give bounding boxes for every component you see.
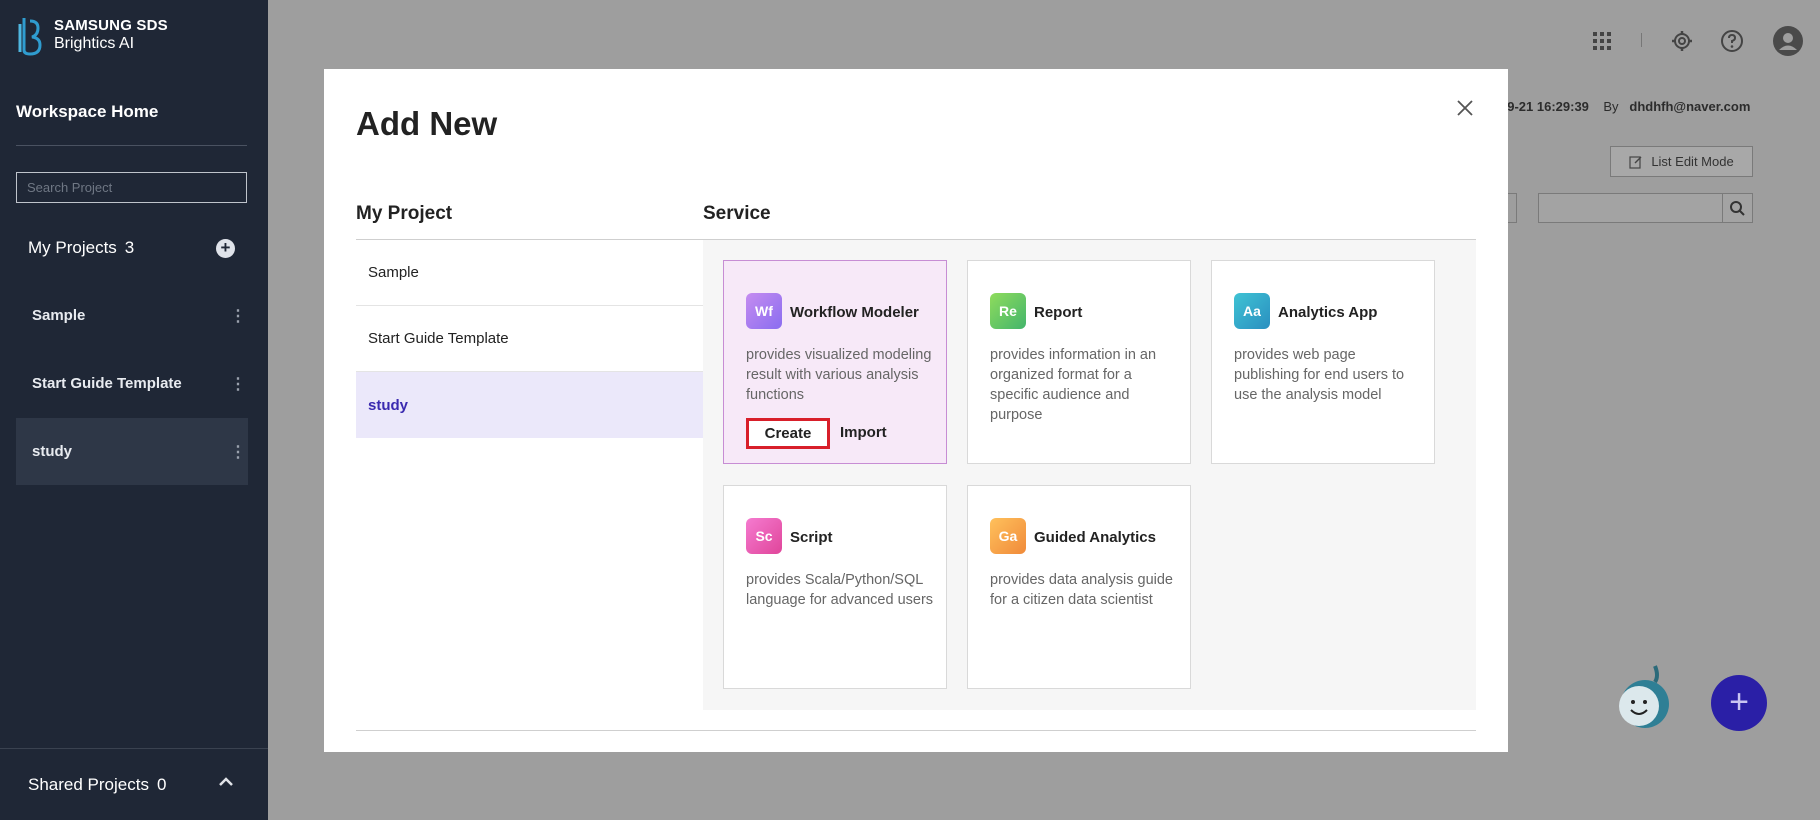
modified-timestamp: 09-21 16:29:39 [1500, 99, 1589, 114]
close-icon[interactable] [1454, 97, 1476, 119]
service-description: provides information in an organized for… [990, 347, 1157, 423]
more-options-icon[interactable]: ⋮ [228, 374, 248, 394]
search-icon [1730, 201, 1745, 216]
service-card-guided-analytics[interactable]: Ga Guided Analytics provides data analys… [967, 485, 1191, 689]
project-list-item[interactable]: Sample [356, 240, 703, 306]
sidebar-project-name: Start Guide Template [32, 375, 182, 392]
mascot-assistant-icon[interactable] [1615, 662, 1671, 732]
search-project-input[interactable] [16, 172, 247, 203]
workflow-modeler-icon: Wf [746, 293, 782, 329]
service-card-analytics-app[interactable]: Aa Analytics App provides web page publi… [1211, 260, 1435, 464]
project-meta: 09-21 16:29:39 By dhdhfh@naver.com [1500, 99, 1750, 114]
service-card-report[interactable]: Re Report provides information in an org… [967, 260, 1191, 464]
my-projects-label: My Projects [28, 238, 117, 257]
sidebar: SAMSUNG SDS Brightics AI Workspace Home … [0, 0, 268, 820]
divider [356, 730, 1476, 731]
service-name: Analytics App [1278, 304, 1378, 321]
my-project-heading: My Project [356, 203, 453, 224]
project-list: Sample Start Guide Template study [356, 240, 703, 438]
author-email: dhdhfh@naver.com [1629, 99, 1751, 114]
divider [16, 145, 247, 146]
report-icon: Re [990, 293, 1026, 329]
service-name: Workflow Modeler [790, 304, 919, 321]
service-name: Guided Analytics [1034, 529, 1156, 546]
edit-icon [1629, 155, 1642, 169]
add-fab-button[interactable]: + [1711, 675, 1767, 731]
project-list-item-selected[interactable]: study [356, 372, 703, 438]
grid-icon[interactable] [1589, 28, 1615, 54]
logo-product: Brightics AI [54, 35, 135, 52]
service-grid: Wf Workflow Modeler provides visualized … [703, 240, 1476, 710]
sidebar-project-name: study [32, 443, 73, 460]
analytics-app-icon: Aa [1234, 293, 1270, 329]
list-edit-mode-label: List Edit Mode [1651, 154, 1734, 169]
plus-icon: + [1729, 683, 1749, 721]
logo[interactable]: SAMSUNG SDS Brightics AI [18, 14, 168, 56]
service-name: Script [790, 529, 833, 546]
more-options-icon[interactable]: ⋮ [228, 442, 248, 462]
service-card-script[interactable]: Sc Script provides Scala/Python/SQL lang… [723, 485, 947, 689]
help-icon[interactable] [1719, 28, 1745, 54]
guided-analytics-icon: Ga [990, 518, 1026, 554]
sidebar-project-item[interactable]: Start Guide Template ⋮ [16, 350, 248, 417]
search-input[interactable] [1538, 193, 1723, 223]
service-name: Report [1034, 304, 1083, 321]
service-card-workflow-modeler[interactable]: Wf Workflow Modeler provides visualized … [723, 260, 947, 464]
logo-brand: SAMSUNG SDS [54, 17, 168, 34]
chevron-up-icon[interactable] [216, 772, 236, 792]
my-projects-header[interactable]: My Projects 3 [28, 238, 134, 258]
gear-icon[interactable] [1669, 28, 1695, 54]
add-project-icon[interactable]: + [216, 239, 235, 258]
search-button[interactable] [1722, 193, 1753, 223]
shared-projects-count: 0 [156, 775, 167, 794]
shared-projects-label: Shared Projects [28, 775, 149, 794]
list-edit-mode-button[interactable]: List Edit Mode [1610, 146, 1753, 177]
sidebar-project-item[interactable]: study ⋮ [16, 418, 248, 485]
service-description: provides web page publishing for end use… [1234, 347, 1405, 403]
service-heading: Service [703, 203, 771, 224]
service-description: provides visualized modeling result with… [746, 347, 932, 403]
by-label: By [1603, 99, 1619, 114]
shared-projects-header[interactable]: Shared Projects 0 [28, 775, 166, 795]
workspace-home-link[interactable]: Workspace Home [16, 102, 158, 122]
brightics-logo-icon [18, 18, 42, 56]
import-button[interactable]: Import [840, 424, 887, 441]
service-description: provides Scala/Python/SQL language for a… [746, 572, 934, 608]
my-projects-count: 3 [124, 238, 135, 257]
user-icon[interactable] [1773, 26, 1803, 56]
create-button[interactable]: Create [746, 418, 830, 449]
add-new-modal: Add New My Project Service Sample Start … [324, 69, 1508, 752]
divider [0, 748, 268, 749]
modal-title: Add New [356, 105, 498, 142]
more-options-icon[interactable]: ⋮ [228, 306, 248, 326]
divider [1641, 33, 1642, 47]
sidebar-project-name: Sample [32, 307, 86, 324]
script-icon: Sc [746, 518, 782, 554]
service-description: provides data analysis guide for a citiz… [990, 572, 1173, 608]
sidebar-project-item[interactable]: Sample ⋮ [16, 282, 248, 349]
project-list-item[interactable]: Start Guide Template [356, 306, 703, 372]
